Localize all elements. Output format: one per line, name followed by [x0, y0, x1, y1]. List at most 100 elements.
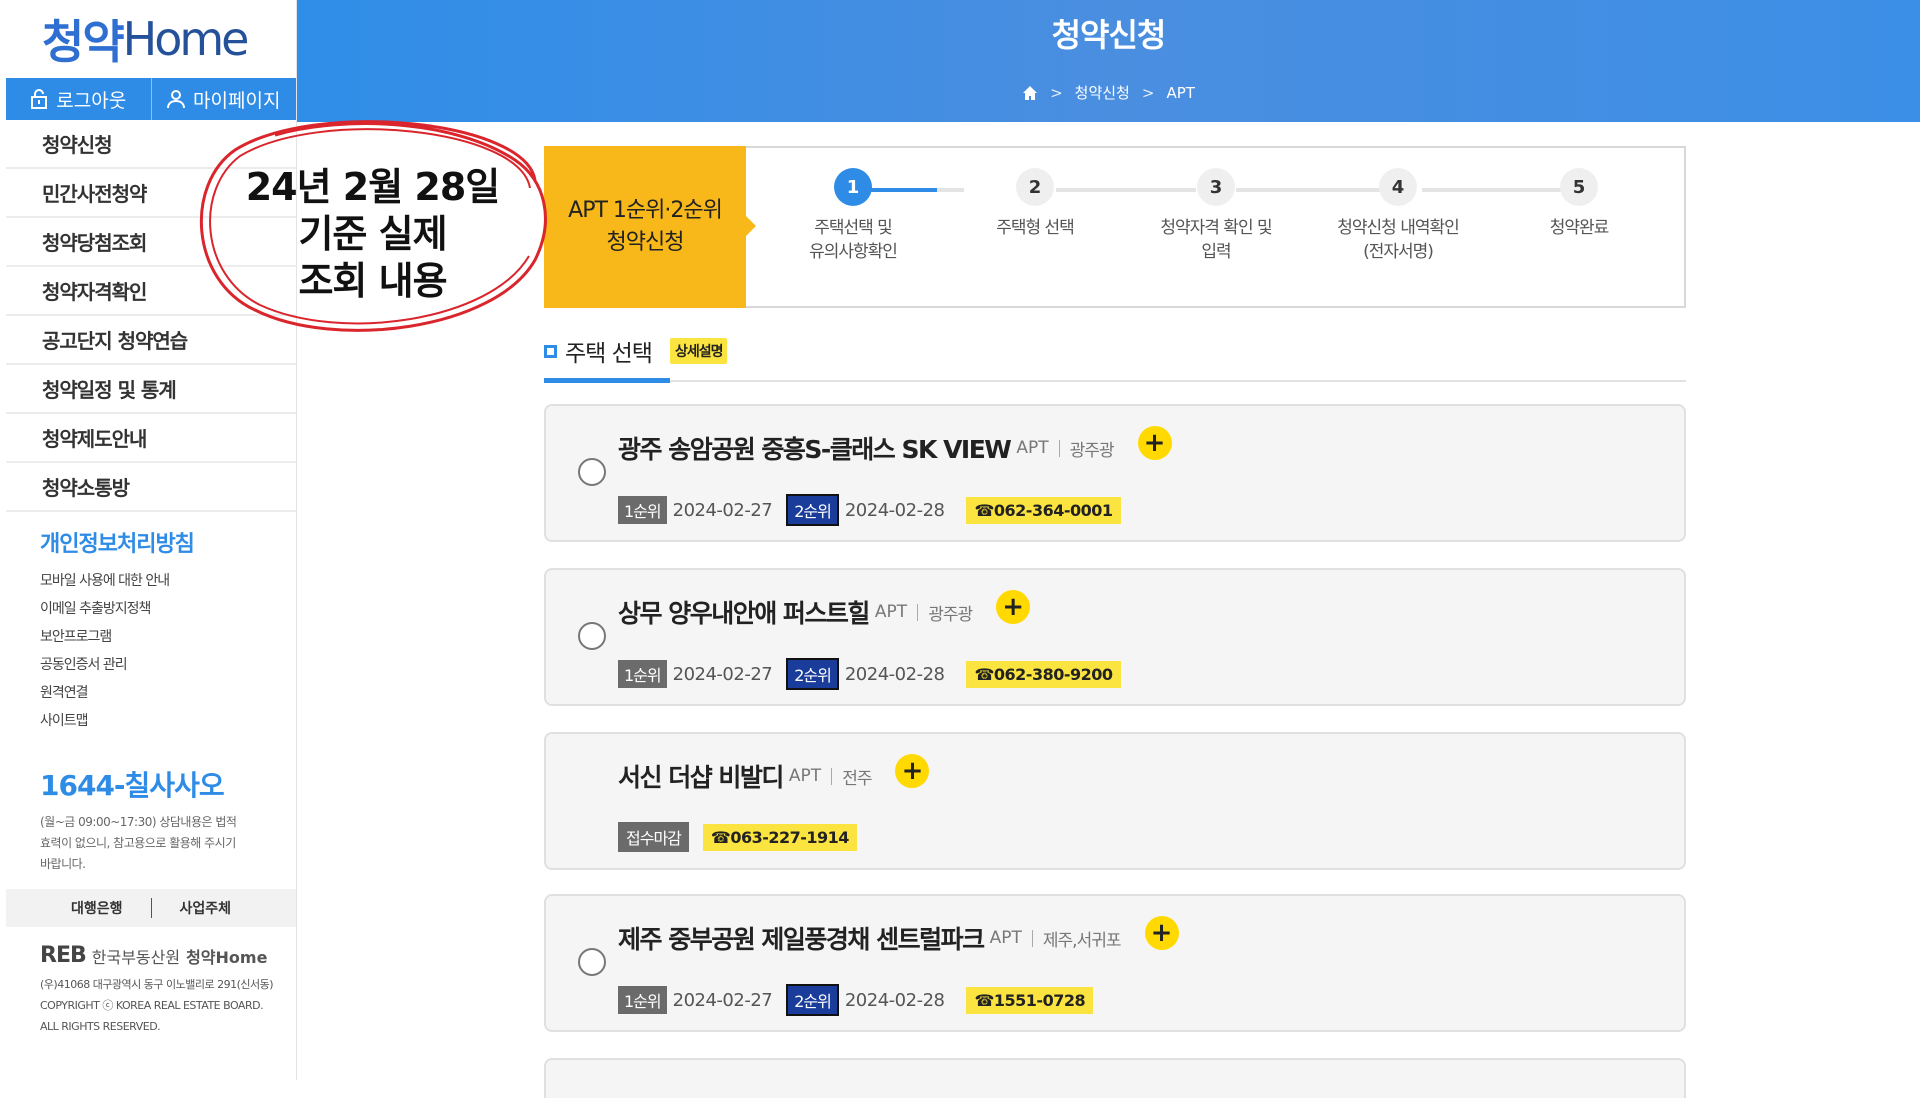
listing-region: 제주,서귀포 [1042, 930, 1122, 951]
logout-label: 로그아웃 [56, 89, 127, 112]
link-mobile-guide[interactable]: 모바일 사용에 대한 안내 [40, 566, 296, 594]
rank1-date: 2024-02-27 [672, 499, 773, 521]
link-certificate[interactable]: 공동인증서 관리 [40, 650, 296, 678]
rank2-date: 2024-02-28 [844, 989, 945, 1011]
step-3: 3 청약자격 확인 및 입력 [1131, 168, 1301, 264]
listing-card[interactable] [544, 1058, 1686, 1098]
auth-bar: 로그아웃 마이페이지 [6, 78, 296, 120]
sidebar-menu: 청약신청 민간사전청약 청약당첨조회 청약자격확인 공고단지 청약연습 청약일정… [6, 120, 296, 512]
phone-badge: ☎063-227-1914 [702, 823, 857, 851]
step-number: 2 [1016, 168, 1054, 206]
step-number: 5 [1560, 168, 1598, 206]
org-name: 한국부동산원 [91, 947, 181, 967]
link-remote[interactable]: 원격연결 [40, 678, 296, 706]
select-radio[interactable] [578, 458, 606, 486]
step-2: 2 주택형 선택 [950, 168, 1120, 240]
process-title: APT 1순위·2순위 [568, 198, 723, 223]
breadcrumb-item[interactable]: APT [1166, 84, 1194, 102]
step-1: 1 주택선택 및 유의사항확인 [768, 168, 938, 264]
listing-card[interactable]: 광주 송암공원 중흥S-클래스 SK VIEW APT 광주광 + 1순위 20… [544, 404, 1686, 542]
sidebar-item-pre-apply[interactable]: 민간사전청약 [6, 169, 296, 218]
select-radio[interactable] [578, 948, 606, 976]
listing-region: 광주광 [928, 604, 973, 625]
listing-name: 제주 중부공원 제일풍경채 센트럴파크 [618, 925, 985, 954]
sidebar-item-practice[interactable]: 공고단지 청약연습 [6, 316, 296, 365]
home-icon[interactable] [1022, 85, 1038, 101]
logo-text: 청약 [42, 15, 125, 69]
plus-icon[interactable]: + [1137, 426, 1172, 460]
listing-name: 상무 양우내안애 퍼스트힐 [618, 599, 870, 628]
business-link[interactable]: 사업주체 [180, 898, 232, 918]
step-number: 4 [1379, 168, 1417, 206]
rank1-date: 2024-02-27 [672, 663, 773, 685]
process-subtitle: 청약신청 [606, 230, 685, 255]
plus-icon[interactable]: + [895, 754, 930, 788]
sidebar-item-apply[interactable]: 청약신청 [6, 120, 296, 169]
footer-text: (우)41068 대구광역시 동구 이노밸리로 291(신서동) COPYRIG… [40, 974, 296, 1037]
link-security-program[interactable]: 보안프로그램 [40, 622, 296, 650]
user-icon [167, 90, 186, 109]
rank1-badge: 1순위 [618, 986, 667, 1014]
rank1-badge: 1순위 [618, 496, 667, 524]
bank-link[interactable]: 대행은행 [71, 898, 123, 918]
listing-type: APT [788, 766, 822, 786]
divider [917, 603, 919, 621]
step-label: 청약신청 내역확인 (전자서명) [1337, 218, 1460, 262]
logout-button[interactable]: 로그아웃 [6, 78, 151, 120]
chevron-right-icon: > [1141, 83, 1155, 102]
step-label: 청약자격 확인 및 입력 [1160, 218, 1272, 262]
rank2-badge: 2순위 [786, 658, 839, 690]
privacy-policy-link[interactable]: 개인정보처리방침 [40, 526, 296, 558]
sidebar: 청약 Home 로그아웃 마이페이지 청약신청 민간사전청약 청약당첨조회 청약자… [6, 0, 297, 1080]
step-4: 4 청약신청 내역확인 (전자서명) [1313, 168, 1483, 264]
select-radio[interactable] [578, 622, 606, 650]
site-logo[interactable]: 청약 Home [6, 0, 296, 78]
page-title: 청약신청 [1051, 16, 1167, 54]
logo-home-text: Home [122, 12, 250, 66]
sidebar-item-eligibility[interactable]: 청약자격확인 [6, 267, 296, 316]
breadcrumb-item[interactable]: 청약신청 [1075, 82, 1130, 103]
phone-badge: ☎062-380-9200 [966, 660, 1121, 688]
listing-card[interactable]: 제주 중부공원 제일풍경채 센트럴파크 APT 제주,서귀포 + 1순위 202… [544, 894, 1686, 1032]
step-number: 3 [1197, 168, 1235, 206]
progress-stepper: APT 1순위·2순위 청약신청 1 주택선택 및 유의사항확인 2 주택형 선택 … [544, 146, 1686, 308]
rank1-badge: 1순위 [618, 660, 667, 688]
listing-card[interactable]: 상무 양우내안애 퍼스트힐 APT 광주광 + 1순위 2024-02-27 2… [544, 568, 1686, 706]
sidebar-item-schedule[interactable]: 청약일정 및 통계 [6, 365, 296, 414]
footer-rights: ALL RIGHTS RESERVED. [40, 1020, 161, 1033]
listing-type: APT [989, 928, 1022, 948]
section-title: 주택 선택 상세설명 [544, 334, 1686, 368]
sidebar-item-winning-check[interactable]: 청약당첨조회 [6, 218, 296, 267]
sidebar-item-community[interactable]: 청약소통방 [6, 463, 296, 512]
mypage-button[interactable]: 마이페이지 [150, 78, 297, 120]
divider [831, 767, 833, 785]
support-phone: 1644-칠사사오 [40, 769, 225, 802]
plus-icon[interactable]: + [996, 590, 1031, 624]
sidebar-item-guide[interactable]: 청약제도안내 [6, 414, 296, 463]
link-sitemap[interactable]: 사이트맵 [40, 706, 296, 734]
detail-button[interactable]: 상세설명 [669, 338, 728, 364]
section-title-text: 주택 선택 [565, 341, 653, 367]
listing-region: 광주광 [1069, 440, 1115, 461]
step-5: 5 청약완료 [1494, 168, 1664, 240]
rank2-badge: 2순위 [786, 984, 839, 1016]
listing-card[interactable]: 서신 더샵 비발디 APT 전주 + 접수마감 ☎063-227-1914 [544, 732, 1686, 870]
brand-name: 청약Home [186, 947, 268, 967]
listing-name: 광주 송암공원 중흥S-클래스 SK VIEW [618, 435, 1012, 464]
listing-region: 전주 [842, 768, 872, 789]
phone-badge: ☎1551-0728 [966, 986, 1094, 1014]
listing-name: 서신 더샵 비발디 [618, 763, 784, 792]
chevron-right-icon: > [1050, 83, 1063, 102]
square-icon [544, 344, 557, 358]
breadcrumb: > 청약신청 > APT [297, 82, 1920, 103]
footer-address: (우)41068 대구광역시 동구 이노밸리로 291(신서동) [40, 978, 274, 991]
lock-icon [31, 89, 48, 109]
step-number: 1 [834, 168, 872, 206]
current-process-label: APT 1순위·2순위청약신청 [544, 146, 756, 308]
page-header: 청약신청 > 청약신청 > APT [297, 0, 1920, 122]
listing-type: APT [874, 602, 908, 622]
footer-copyright: COPYRIGHT ⓒ KOREA REAL ESTATE BOARD. [40, 999, 264, 1012]
plus-icon[interactable]: + [1144, 916, 1179, 950]
link-email-policy[interactable]: 이메일 추출방지정책 [40, 594, 296, 622]
phone-badge: ☎062-364-0001 [966, 496, 1121, 524]
